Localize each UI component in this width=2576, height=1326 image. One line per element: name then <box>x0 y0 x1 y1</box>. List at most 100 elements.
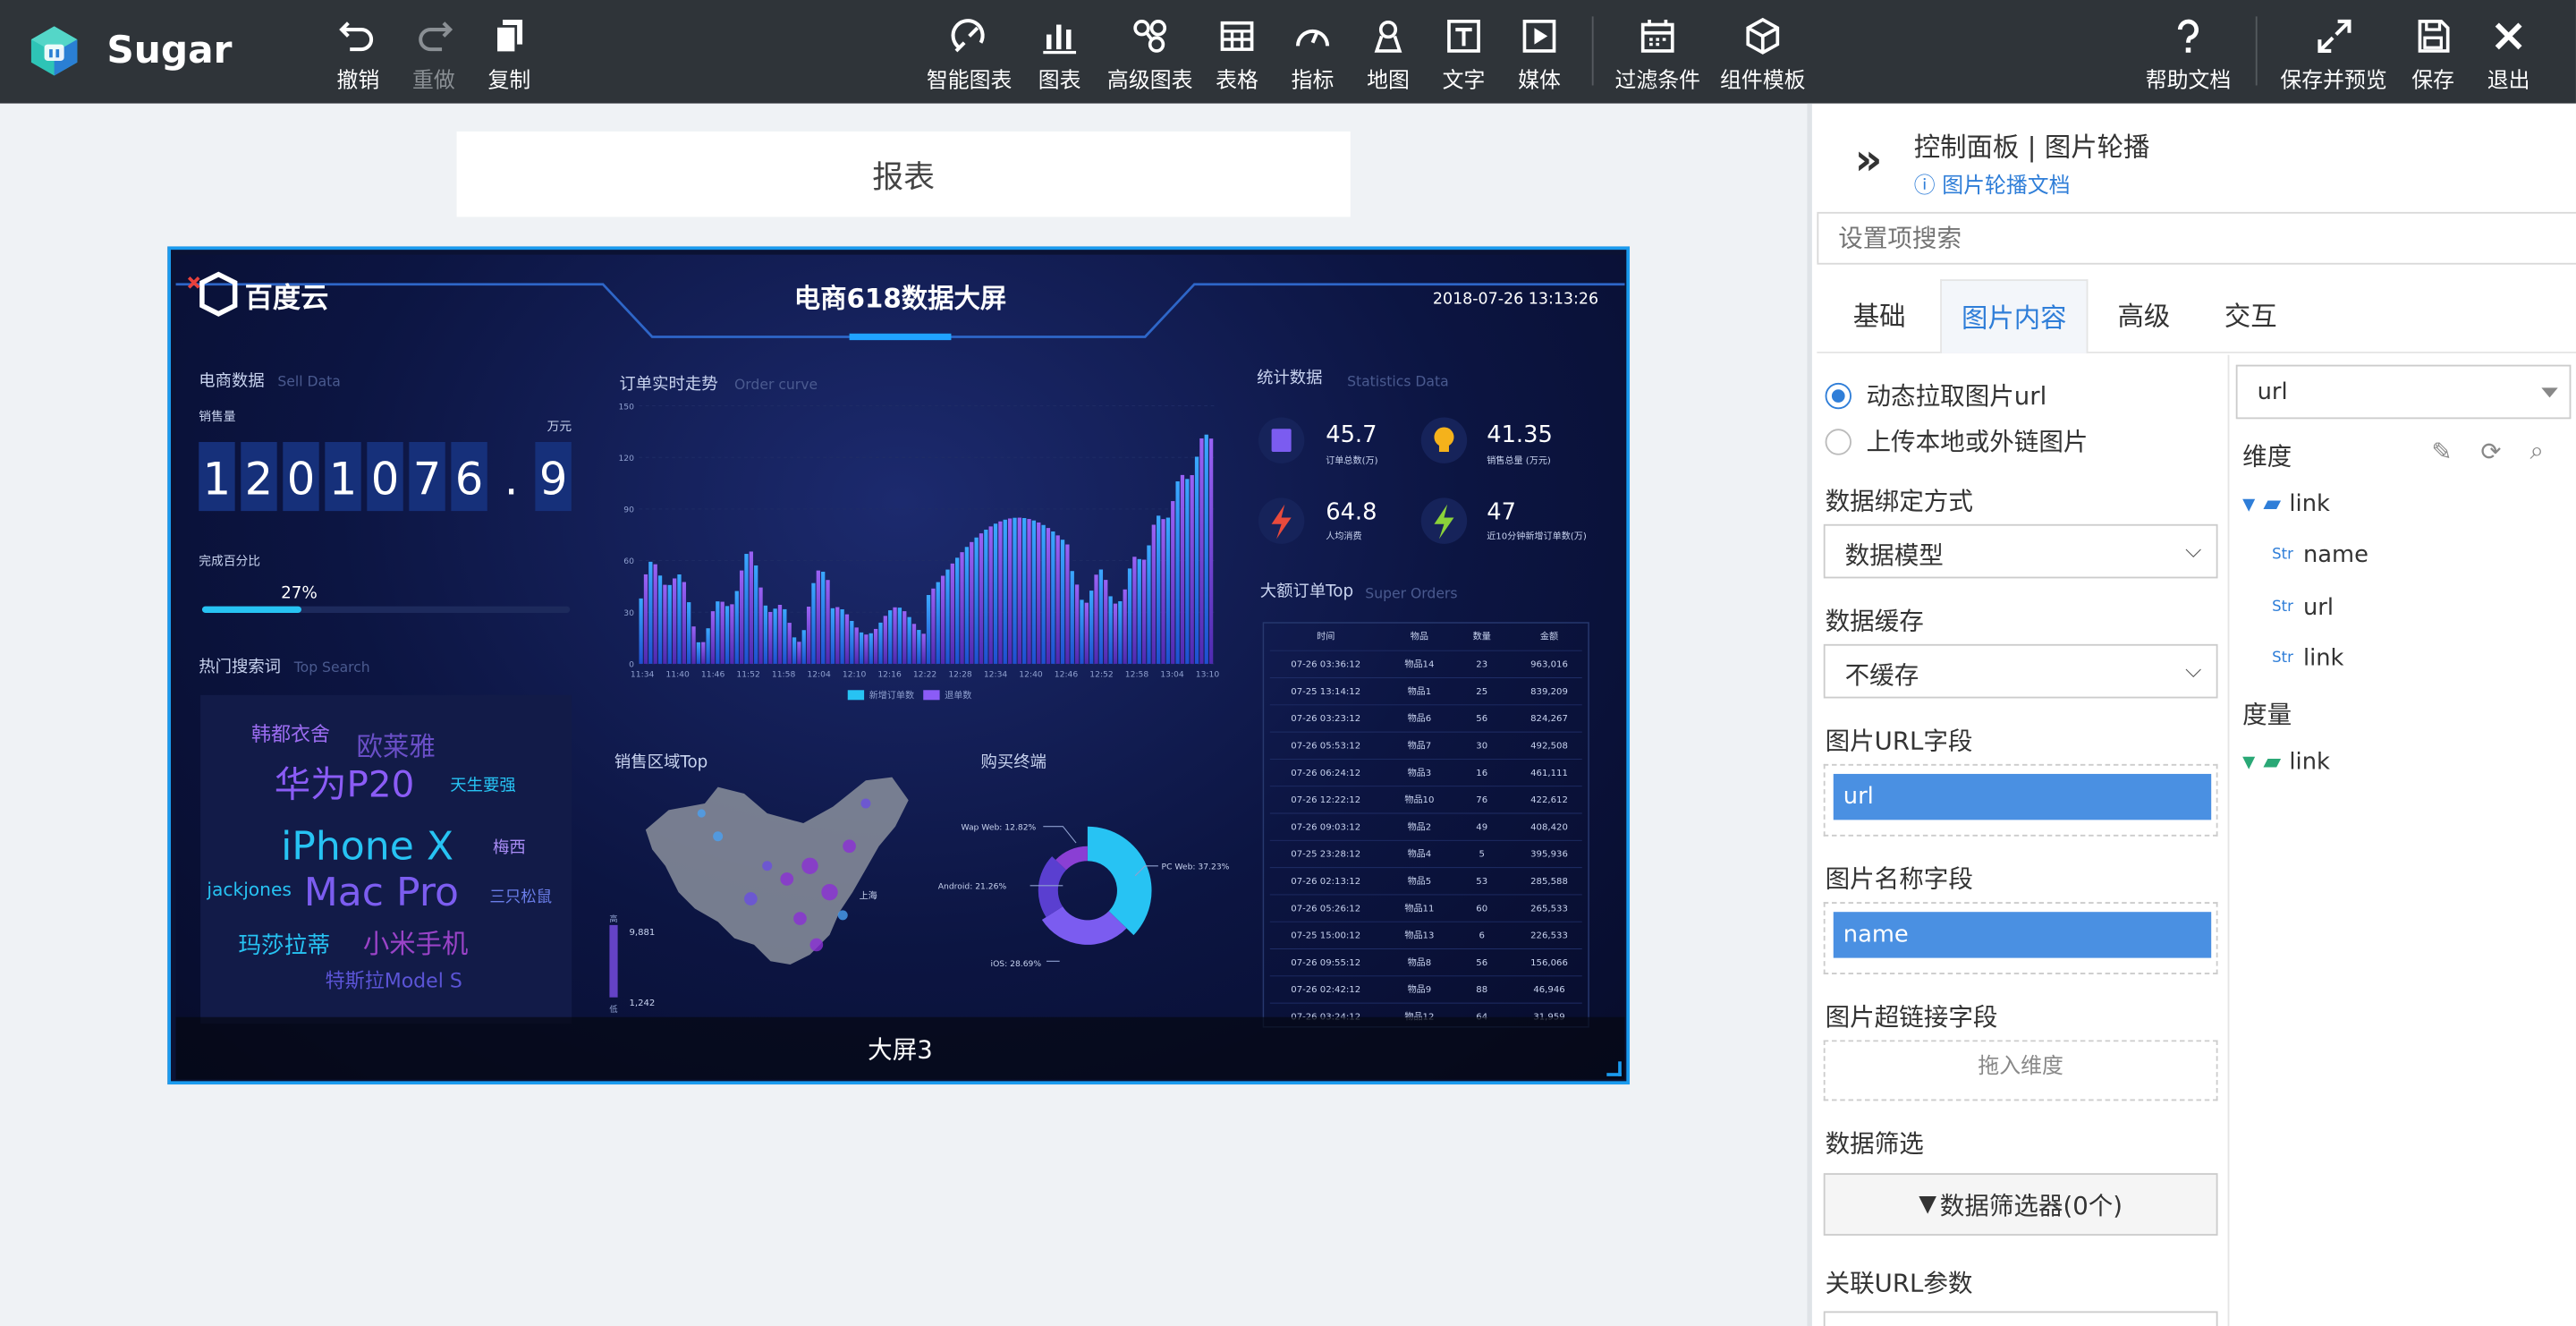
table-cell: 226,533 <box>1530 931 1568 941</box>
dimension-field[interactable]: Str url <box>2272 595 2334 621</box>
indicator-button[interactable]: 指标 <box>1292 16 1334 94</box>
terminal-label-wap: Wap Web: 12.82% <box>961 822 1036 832</box>
measure-folder[interactable]: ▼ ▰ link <box>2242 749 2330 775</box>
report-title-component[interactable]: 报表 <box>456 131 1351 217</box>
text-button[interactable]: 文字 <box>1443 16 1485 94</box>
data-model-fields: url 维度 ✎ ⟳ ⌕ ▼ ▰ link Str name Str url Str li… <box>2227 354 2576 1326</box>
order-bar <box>826 580 830 664</box>
redo-icon <box>419 21 453 52</box>
clipboard-icon <box>1271 429 1292 453</box>
image-carousel-component[interactable]: 百度云 电商618数据大屏 2018-07-26 13:13:26 电商数据 S… <box>167 246 1631 1085</box>
bulb-icon <box>1434 427 1454 447</box>
name-field-dropzone[interactable]: name <box>1823 902 2218 974</box>
table-button[interactable]: 表格 <box>1216 16 1258 94</box>
advanced-chart-icon <box>1133 20 1167 53</box>
order-bar <box>663 584 667 664</box>
bar-chart-icon <box>1043 24 1077 55</box>
text-icon <box>1447 20 1480 53</box>
y-tick: 0 <box>629 660 634 670</box>
bind-mode-select[interactable]: 数据模型 ⌵ <box>1823 523 2218 579</box>
name-field-label: 图片名称字段 <box>1825 863 1973 895</box>
settings-search-input[interactable] <box>1817 211 2576 265</box>
radio-checked-icon <box>1825 381 1852 409</box>
collapse-panel-icon[interactable]: » <box>1855 136 1883 185</box>
order-bar <box>777 604 783 664</box>
order-bar <box>657 575 663 664</box>
chevron-down-icon: ▼ <box>2242 495 2256 514</box>
smart-chart-icon <box>951 19 985 53</box>
model-select[interactable]: url <box>2235 364 2572 420</box>
dashboard-screenshot: 百度云 电商618数据大屏 2018-07-26 13:13:26 电商数据 S… <box>175 271 1625 1028</box>
redo-button[interactable]: 重做 <box>412 16 455 94</box>
tab-interaction[interactable]: 交互 <box>2205 279 2297 353</box>
word: iPhone X <box>281 823 453 869</box>
carousel-doc-link[interactable]: ⓘ 图片轮播文档 <box>1914 167 2071 200</box>
panel-title: 控制面板 | 图片轮播 <box>1913 131 2150 163</box>
data-filter-button[interactable]: ▼ 数据筛选器(0个) <box>1823 1173 2218 1236</box>
y-tick: 150 <box>618 402 634 412</box>
url-param-select[interactable] <box>1823 1311 2218 1326</box>
dimension-field[interactable]: Str name <box>2272 542 2368 568</box>
expand-icon <box>2317 19 2351 53</box>
radio-upload-image[interactable]: 上传本地或外链图片 <box>1825 424 2088 459</box>
save-button[interactable]: 保存 <box>2411 16 2454 94</box>
tab-advanced[interactable]: 高级 <box>2097 279 2190 353</box>
x-tick: 12:58 <box>1125 670 1149 680</box>
exit-button[interactable]: 退出 <box>2487 16 2530 94</box>
copy-button[interactable]: 复制 <box>487 16 530 94</box>
region-scale-high: 高 <box>609 914 617 924</box>
link-field-dropzone[interactable]: 拖入维度 <box>1823 1040 2218 1101</box>
terminal-title: 购买终端 <box>981 753 1046 772</box>
help-doc-button[interactable]: 帮助文档 <box>2146 16 2231 94</box>
order-bar <box>768 611 773 664</box>
dimension-field[interactable]: Str link <box>2272 646 2343 672</box>
x-tick: 11:58 <box>772 670 796 680</box>
image-content-settings: 动态拉取图片url 上传本地或外链图片 数据绑定方式 数据模型 ⌵ 数据缓存 不缓… <box>1817 355 2227 1326</box>
chevron-down-icon: ⌵ <box>2185 659 2202 684</box>
advanced-chart-button[interactable]: 高级图表 <box>1107 16 1192 94</box>
stat-label: 近10分钟新增订单数(万) <box>1487 530 1587 541</box>
resize-handle[interactable] <box>1606 1061 1622 1076</box>
order-bar <box>730 604 734 664</box>
radio-dynamic-url[interactable]: 动态拉取图片url <box>1825 378 2046 412</box>
save-preview-button[interactable]: 保存并预览 <box>2280 16 2387 94</box>
word: 特斯拉Model S <box>326 971 462 993</box>
smart-chart-button[interactable]: 智能图表 <box>927 16 1012 94</box>
map-button[interactable]: 地图 <box>1367 16 1410 94</box>
carousel-caption: 大屏3 <box>175 1016 1625 1080</box>
cache-select[interactable]: 不缓存 ⌵ <box>1823 643 2218 699</box>
name-field-chip[interactable]: name <box>1833 912 2212 958</box>
sales-digit: 6 <box>455 454 484 506</box>
tab-image-content[interactable]: 图片内容 <box>1940 279 2089 353</box>
url-param-label: 关联URL参数 <box>1825 1268 1973 1298</box>
chevron-down-icon: ⌵ <box>2185 539 2202 564</box>
x-tick: 12:46 <box>1055 670 1079 680</box>
edit-icon[interactable]: ✎ <box>2431 437 2452 466</box>
screen-datetime: 2018-07-26 13:13:26 <box>1433 291 1598 309</box>
url-field-label: 图片URL字段 <box>1825 726 1973 756</box>
filter-label: 数据筛选 <box>1825 1128 1924 1159</box>
undo-button[interactable]: 撤销 <box>337 16 379 94</box>
legend-new: 新增订单数 <box>869 689 914 701</box>
table-cell: 物品7 <box>1408 739 1432 751</box>
search-icon[interactable]: ⌕ <box>2530 436 2544 465</box>
tab-basic[interactable]: 基础 <box>1834 279 1926 353</box>
url-field-chip[interactable]: url <box>1833 773 2212 820</box>
order-bar <box>854 627 859 664</box>
order-bar <box>1041 524 1046 664</box>
chart-button[interactable]: 图表 <box>1038 16 1081 94</box>
dimension-folder[interactable]: ▼ ▰ link <box>2242 491 2330 517</box>
refresh-icon[interactable]: ⟳ <box>2480 437 2501 466</box>
y-tick: 120 <box>618 454 634 463</box>
order-bar <box>897 608 902 664</box>
filter-icon: ▼ <box>1919 1191 1937 1218</box>
media-button[interactable]: 媒体 <box>1518 16 1561 94</box>
screen-logo-text: 百度云 <box>245 282 329 314</box>
url-field-dropzone[interactable]: url <box>1823 763 2218 837</box>
region-scale-bar <box>609 924 618 998</box>
filter-condition-button[interactable]: 过滤条件 <box>1614 16 1700 94</box>
word: 梅西 <box>493 838 526 857</box>
bind-label: 数据绑定方式 <box>1825 486 1973 516</box>
component-template-button[interactable]: 组件模板 <box>1720 16 1806 94</box>
stat-value: 47 <box>1487 498 1516 525</box>
